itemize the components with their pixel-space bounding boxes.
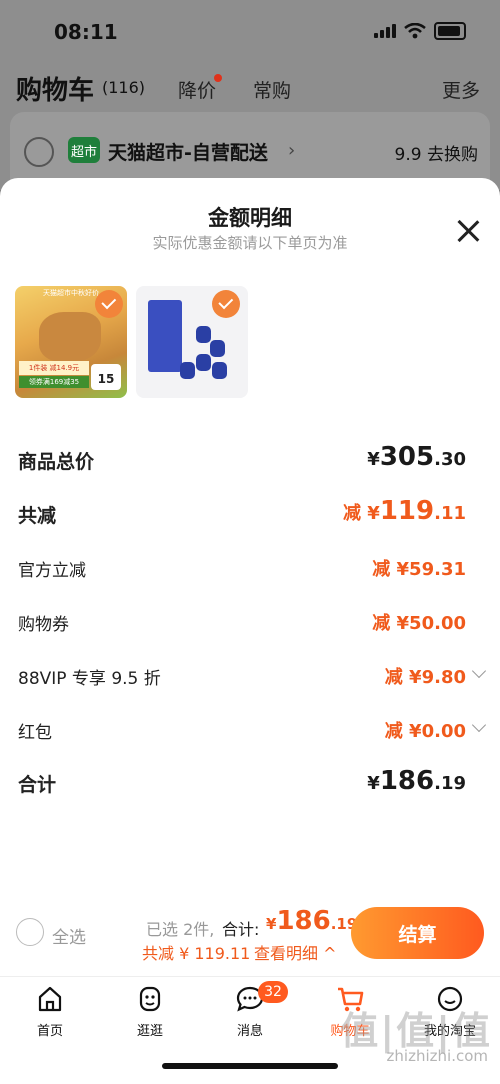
close-icon[interactable] [456,219,480,243]
battery-icon [434,22,466,40]
store-select-radio[interactable] [24,137,54,167]
row-value-total-price: ¥305.30 [367,442,466,472]
status-icons [374,22,466,40]
thumb-promo: 1件装 减14.9元 [19,361,89,375]
chevron-right-icon: › [288,140,296,161]
row-value-vip[interactable]: 减 ¥9.80 [385,663,466,689]
row-label-coupon: 购物券 [18,615,69,635]
snack-image [39,312,101,362]
wifi-icon [404,23,426,39]
total-label: 合计: [222,920,260,939]
select-all-radio[interactable] [16,918,44,946]
view-detail-link[interactable]: 查看明细 ^ [254,940,337,964]
sheet-title: 金额明细 [208,206,292,230]
row-label-vip[interactable]: 88VIP 专享 9.5 折 [18,664,161,689]
row-value-coupon: 减 ¥50.00 [372,613,466,634]
signal-icon [374,24,396,38]
select-all-label[interactable]: 全选 [52,923,86,948]
home-icon [38,986,62,1012]
sheet-subtitle: 实际优惠金额请以下单页为准 [152,234,348,252]
total-amount: ¥186.19 [266,906,358,936]
saved-amount: 共减 ¥ 119.11 [142,944,251,963]
notification-dot [214,74,222,82]
checkmark-icon[interactable] [212,290,240,318]
tab-discover[interactable]: 逛逛 [110,984,190,1039]
row-value-total-discount: 减 ¥119.11 [343,496,466,526]
store-name[interactable]: 天猫超市-自营配送 [108,138,268,165]
home-indicator[interactable] [162,1063,338,1069]
tissue-box-image [148,300,182,372]
row-label-official: 官方立减 [18,561,86,581]
row-label-total-price: 商品总价 [18,451,95,473]
more-button[interactable]: 更多 [442,76,480,103]
thumb-price: 15 [91,364,121,390]
tab-price-drop[interactable]: 降价 [178,76,216,103]
cart-title: 购物车 [16,76,95,106]
cart-count: (116) [102,78,146,97]
tab-label: 首页 [36,1024,63,1039]
row-value-sum: ¥186.19 [367,766,466,796]
row-value-official: 减 ¥59.31 [372,559,466,580]
selected-count: 已选 2件, [146,920,215,939]
message-badge: 32 [258,981,288,1003]
thumb-coupon: 领券满169减35 [19,376,89,388]
row-label-total-discount: 共减 [18,505,57,527]
row-value-red-packet[interactable]: 减 ¥0.00 [385,717,466,743]
status-time: 08:11 [54,20,118,44]
tab-frequent[interactable]: 常购 [253,76,291,103]
checkmark-icon[interactable] [95,290,123,318]
tab-label: 逛逛 [136,1024,163,1039]
checkout-button[interactable]: 结算 [351,907,484,959]
row-label-sum: 合计 [18,774,57,796]
tab-home[interactable]: 首页 [10,984,90,1039]
store-badge-icon: 超市 [68,137,100,163]
watermark-url: zhizhizhi.com [386,1047,488,1065]
tab-label: 消息 [236,1024,263,1039]
store-promo[interactable]: 9.9 去换购 [395,140,478,165]
discover-icon [139,986,161,1012]
row-label-red-packet[interactable]: 红包 [18,718,52,743]
